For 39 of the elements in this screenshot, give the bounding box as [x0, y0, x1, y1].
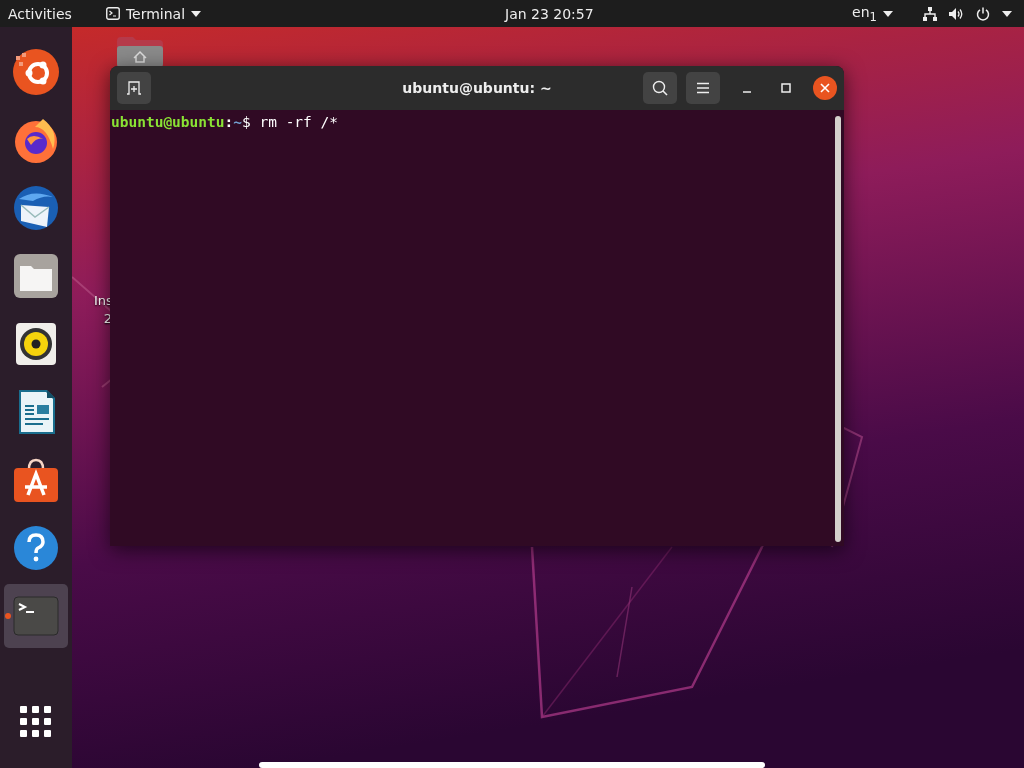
- prompt-path: ~: [233, 114, 242, 130]
- activities-button[interactable]: Activities: [0, 0, 82, 27]
- menu-icon: [696, 82, 710, 94]
- help-icon: [13, 525, 59, 571]
- close-button[interactable]: [813, 76, 837, 100]
- terminal-icon: [105, 7, 120, 20]
- app-grid-icon: [20, 706, 52, 738]
- input-source-menu[interactable]: en$_{1}$: [852, 0, 893, 27]
- new-tab-icon: [126, 81, 142, 95]
- volume-icon: [949, 6, 964, 21]
- menu-button[interactable]: [686, 72, 720, 104]
- scrollbar[interactable]: [835, 116, 841, 542]
- speaker-icon: [13, 321, 59, 367]
- clock[interactable]: Jan 23 20:57: [505, 0, 594, 27]
- bird-envelope-icon: [13, 185, 59, 231]
- maximize-icon: [781, 83, 791, 93]
- desktop-icon-label: 2: [103, 310, 112, 328]
- search-button[interactable]: [643, 72, 677, 104]
- caret-icon: [191, 10, 202, 17]
- network-icon: [923, 6, 937, 21]
- search-icon: [652, 80, 668, 96]
- caret-icon: [1002, 10, 1012, 17]
- fox-globe-icon: [13, 117, 59, 163]
- command-text: rm -rf /*: [259, 114, 338, 130]
- prompt-separator: :: [224, 114, 234, 130]
- window-title: ubuntu@ubuntu: ~: [401, 80, 553, 96]
- minimize-icon: [742, 91, 752, 93]
- terminal-icon: [13, 593, 59, 639]
- caret-icon: [883, 10, 893, 17]
- home-folder-icon: [117, 37, 163, 67]
- new-tab-button[interactable]: [117, 72, 151, 104]
- app-menu[interactable]: Terminal: [105, 0, 202, 27]
- prompt-user-host: ubuntu@ubuntu: [111, 114, 225, 130]
- folder-icon: [13, 253, 59, 299]
- shopping-bag-icon: [13, 457, 59, 503]
- close-icon: [820, 83, 830, 93]
- prompt-symbol: $: [241, 114, 251, 130]
- ubuntu-logo-icon: [13, 49, 59, 95]
- power-icon: [976, 6, 990, 21]
